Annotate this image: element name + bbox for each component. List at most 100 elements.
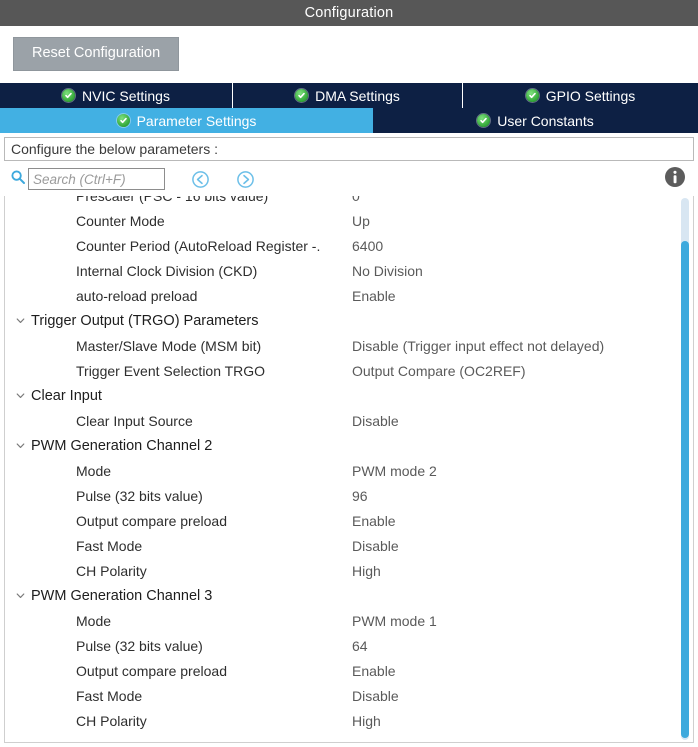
parameter-row[interactable]: Pulse (32 bits value) 96 <box>5 483 693 508</box>
toolbar: Reset Configuration <box>0 26 698 82</box>
parameter-value[interactable]: High <box>352 563 381 579</box>
parameter-value[interactable]: PWM mode 1 <box>352 613 437 629</box>
tab-row-secondary: Parameter Settings User Constants <box>0 108 698 133</box>
parameter-label: Mode <box>76 612 112 629</box>
tab-label: GPIO Settings <box>545 87 636 104</box>
vertical-scrollbar[interactable] <box>680 196 690 740</box>
parameter-label: Output compare preload <box>76 662 227 679</box>
window-titlebar: Configuration <box>0 0 698 26</box>
reset-configuration-button[interactable]: Reset Configuration <box>13 37 180 71</box>
parameter-row[interactable]: Internal Clock Division (CKD) No Division <box>5 258 693 283</box>
parameter-row[interactable]: Clear Input Source Disable <box>5 408 693 433</box>
parameter-value[interactable]: Enable <box>352 288 396 304</box>
group-label: PWM Generation Channel 2 <box>31 437 213 454</box>
parameter-row[interactable]: Output compare preload Enable <box>5 658 693 683</box>
info-icon[interactable] <box>664 166 686 193</box>
tab-parameter-settings[interactable]: Parameter Settings <box>0 108 373 133</box>
chevron-down-icon[interactable] <box>15 440 31 451</box>
tab-user-constants[interactable]: User Constants <box>373 108 698 133</box>
parameter-row[interactable]: Master/Slave Mode (MSM bit) Disable (Trig… <box>5 333 693 358</box>
parameter-label: Fast Mode <box>76 687 143 704</box>
parameter-label: CH Polarity <box>76 562 147 579</box>
parameter-group-header[interactable]: Clear Input <box>5 383 693 408</box>
search-icon <box>10 169 26 190</box>
parameter-label: Prescaler (PSC - 16 bits value) <box>76 196 352 204</box>
tab-label: NVIC Settings <box>82 87 170 104</box>
parameter-value[interactable]: PWM mode 2 <box>352 463 437 479</box>
group-label: Trigger Output (TRGO) Parameters <box>31 312 259 329</box>
parameter-list: Prescaler (PSC - 16 bits value)0Counter … <box>5 196 693 733</box>
parameter-value[interactable]: Disable <box>352 413 399 429</box>
parameter-row[interactable]: Fast Mode Disable <box>5 683 693 708</box>
parameter-value[interactable]: Up <box>352 213 370 229</box>
green-check-icon <box>477 114 491 127</box>
tab-gpio-settings[interactable]: GPIO Settings <box>463 83 698 108</box>
parameter-row[interactable]: Counter Mode Up <box>5 208 693 233</box>
chevron-down-icon[interactable] <box>15 390 31 401</box>
tab-label: User Constants <box>497 112 594 129</box>
green-check-icon <box>116 114 130 127</box>
parameter-label: Counter Mode <box>76 212 165 229</box>
parameter-row[interactable]: CH Polarity High <box>5 558 693 583</box>
parameter-value[interactable]: 0 <box>352 196 360 204</box>
tab-label: Parameter Settings <box>136 112 257 129</box>
chevron-down-icon[interactable] <box>15 315 31 326</box>
parameter-label: Output compare preload <box>76 512 227 529</box>
parameter-row[interactable]: Counter Period (AutoReload Register -. 64… <box>5 233 693 258</box>
parameter-label: Master/Slave Mode (MSM bit) <box>76 337 262 354</box>
parameter-label: Mode <box>76 462 112 479</box>
parameter-row[interactable]: Prescaler (PSC - 16 bits value)0 <box>5 196 693 208</box>
parameter-group-header[interactable]: PWM Generation Channel 3 <box>5 583 693 608</box>
scrollbar-thumb[interactable] <box>681 241 689 738</box>
next-match-icon[interactable] <box>236 170 255 189</box>
search-toolbar <box>0 161 698 197</box>
parameter-value[interactable]: Enable <box>352 663 396 679</box>
parameter-label: Trigger Event Selection TRGO <box>76 362 266 379</box>
parameter-value[interactable]: 64 <box>352 638 368 654</box>
tab-nvic-settings[interactable]: NVIC Settings <box>0 83 233 108</box>
group-label: PWM Generation Channel 3 <box>31 587 213 604</box>
parameter-row[interactable]: Pulse (32 bits value) 64 <box>5 633 693 658</box>
parameter-row[interactable]: Fast Mode Disable <box>5 533 693 558</box>
configuration-window: Configuration Reset Configuration NVIC S… <box>0 0 698 747</box>
parameter-label: Pulse (32 bits value) <box>76 637 203 654</box>
parameter-value[interactable]: Disable (Trigger input effect not delaye… <box>352 338 604 354</box>
parameter-label: Clear Input Source <box>76 412 193 429</box>
parameter-value[interactable]: Enable <box>352 513 396 529</box>
parameter-row[interactable]: CH Polarity High <box>5 708 693 733</box>
group-label: Clear Input <box>31 387 102 404</box>
tab-dma-settings[interactable]: DMA Settings <box>233 83 463 108</box>
parameter-label: Pulse (32 bits value) <box>76 487 203 504</box>
parameter-label: Counter Period (AutoReload Register -. <box>76 237 321 254</box>
parameter-label: Internal Clock Division (CKD) <box>76 262 258 279</box>
tab-row-primary: NVIC Settings DMA Settings GPIO Settings <box>0 82 698 108</box>
parameter-row[interactable]: Mode PWM mode 2 <box>5 458 693 483</box>
green-check-icon <box>62 89 76 102</box>
parameter-group-header[interactable]: PWM Generation Channel 2 <box>5 433 693 458</box>
instruction-text: Configure the below parameters : <box>11 141 218 157</box>
window-title: Configuration <box>304 5 394 21</box>
parameter-row[interactable]: Trigger Event Selection TRGO Output Compa… <box>5 358 693 383</box>
parameter-value[interactable]: Output Compare (OC2REF) <box>352 363 526 379</box>
green-check-icon <box>295 89 309 102</box>
parameter-value[interactable]: No Division <box>352 263 423 279</box>
parameter-list-panel: Prescaler (PSC - 16 bits value)0Counter … <box>4 196 694 743</box>
parameter-value[interactable]: 6400 <box>352 238 383 254</box>
parameter-row[interactable]: auto-reload preload Enable <box>5 283 693 308</box>
tab-label: DMA Settings <box>315 87 400 104</box>
parameter-row[interactable]: Mode PWM mode 1 <box>5 608 693 633</box>
parameter-label: auto-reload preload <box>76 287 198 304</box>
search-input[interactable] <box>28 168 165 190</box>
parameter-value[interactable]: High <box>352 713 381 729</box>
parameter-value[interactable]: 96 <box>352 488 368 504</box>
instruction-bar: Configure the below parameters : <box>4 137 694 161</box>
parameter-group-header[interactable]: Trigger Output (TRGO) Parameters <box>5 308 693 333</box>
parameter-row[interactable]: Output compare preload Enable <box>5 508 693 533</box>
parameter-label: Fast Mode <box>76 537 143 554</box>
chevron-down-icon[interactable] <box>15 590 31 601</box>
green-check-icon <box>525 89 539 102</box>
previous-match-icon[interactable] <box>191 170 210 189</box>
parameter-value[interactable]: Disable <box>352 538 399 554</box>
parameter-value[interactable]: Disable <box>352 688 399 704</box>
parameter-label: CH Polarity <box>76 712 147 729</box>
